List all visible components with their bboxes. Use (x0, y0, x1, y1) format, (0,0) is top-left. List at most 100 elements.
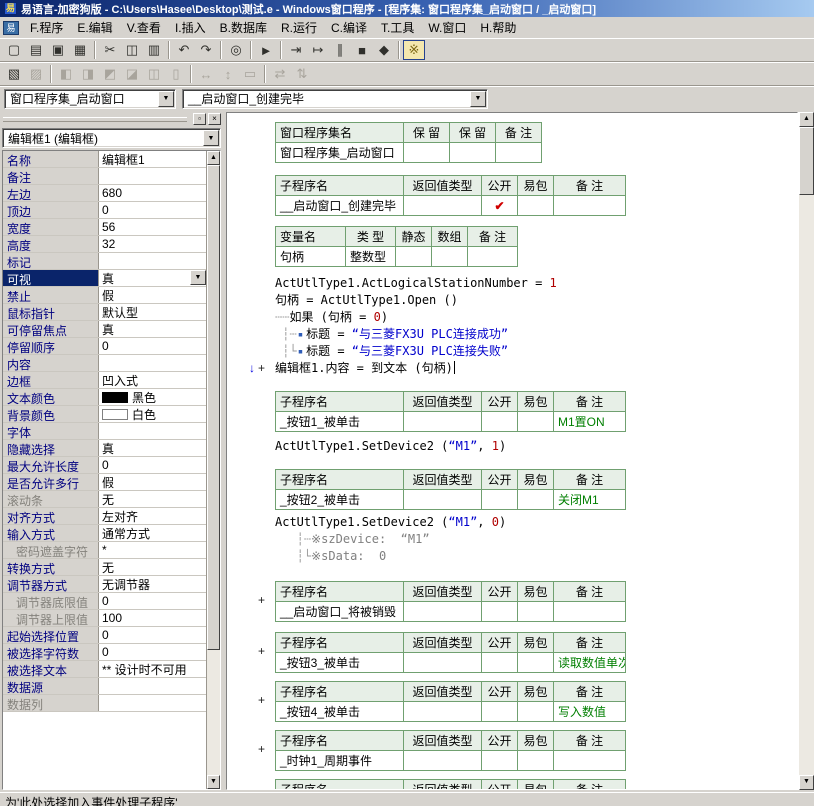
property-row[interactable]: 数据源 (3, 678, 206, 695)
save-all-icon[interactable]: ▦ (69, 40, 91, 60)
property-row[interactable]: 最大允许长度0 (3, 457, 206, 474)
component-selector-combo[interactable]: 编辑框1 (编辑框) ▼ (2, 128, 221, 148)
code-table-cell[interactable]: __启动窗口_创建完毕 (276, 196, 404, 216)
dropdown-arrow-icon[interactable]: ▼ (158, 91, 174, 107)
property-row[interactable]: 滚动条无 (3, 491, 206, 508)
align-right-icon[interactable]: ◨ (77, 64, 99, 84)
scrollbar-thumb[interactable] (799, 127, 814, 195)
property-row[interactable]: 顶边0 (3, 202, 206, 219)
debug-step-over-icon[interactable]: ↦ (307, 40, 329, 60)
code-table-cell[interactable] (482, 751, 518, 771)
property-row[interactable]: 边框凹入式 (3, 372, 206, 389)
code-line[interactable]: ┆└▪标题 = “与三菱FX3U PLC连接失败” (275, 343, 508, 360)
space-vertical-icon[interactable]: ⇅ (291, 64, 313, 84)
run-icon[interactable]: ► (255, 40, 277, 60)
copy-icon[interactable]: ◫ (121, 40, 143, 60)
code-line[interactable]: 编辑框1.内容 = 到文本 (句柄) (275, 360, 455, 377)
property-row[interactable]: 转换方式无 (3, 559, 206, 576)
menu-item-9[interactable]: W.窗口 (421, 17, 473, 38)
menu-item-10[interactable]: H.帮助 (473, 17, 523, 38)
align-left-icon[interactable]: ◧ (55, 64, 77, 84)
property-row[interactable]: 起始选择位置0 (3, 627, 206, 644)
code-table-cell[interactable] (482, 653, 518, 673)
property-row[interactable]: 左边680 (3, 185, 206, 202)
code-table-cell[interactable] (404, 602, 482, 622)
code-table-cell[interactable] (404, 412, 482, 432)
code-line[interactable]: ┆└※sData: 0 (275, 548, 386, 565)
property-row[interactable]: 被选择文本** 设计时不可用 (3, 661, 206, 678)
dropdown-arrow-icon[interactable]: ▼ (190, 270, 206, 285)
code-line[interactable]: ActUtlType1.ActLogicalStationNumber = 1 (275, 275, 557, 292)
code-table-cell[interactable]: __启动窗口_将被销毁 (276, 602, 404, 622)
property-row[interactable]: 密码遮盖字符* (3, 542, 206, 559)
code-line[interactable]: ActUtlType1.SetDevice2 (“M1”, 0) (275, 514, 506, 531)
code-line[interactable]: ┄┄如果 (句柄 = 0) (275, 309, 388, 326)
document-icon[interactable]: 易 (3, 21, 19, 35)
code-table-cell[interactable]: ✔ (482, 196, 518, 216)
property-row[interactable]: 可停留焦点真 (3, 321, 206, 338)
code-line[interactable]: ActUtlType1.SetDevice2 (“M1”, 1) (275, 438, 506, 455)
property-row[interactable]: 停留顺序0 (3, 338, 206, 355)
code-table-cell[interactable] (404, 143, 450, 163)
code-table-cell[interactable] (404, 653, 482, 673)
code-table-cell[interactable] (404, 490, 482, 510)
panel-grip[interactable] (3, 117, 187, 122)
code-table-cell[interactable] (518, 412, 554, 432)
property-row[interactable]: 调节器底限值0 (3, 593, 206, 610)
code-table-cell[interactable] (554, 602, 626, 622)
property-row[interactable]: 内容 (3, 355, 206, 372)
code-table-cell[interactable] (518, 196, 554, 216)
code-table-cell[interactable]: _按钮2_被单击 (276, 490, 404, 510)
code-table-cell[interactable] (396, 247, 432, 267)
debug-pause-icon[interactable]: ∥ (329, 40, 351, 60)
code-table-cell[interactable] (518, 702, 554, 722)
hand-tool-icon[interactable]: ◆ (373, 40, 395, 60)
property-row[interactable]: 背景颜色白色 (3, 406, 206, 423)
code-line[interactable]: ┆┄▪标题 = “与三菱FX3U PLC连接成功” (275, 326, 508, 343)
insert-marker-icon[interactable]: ↓ (249, 361, 255, 375)
code-table-cell[interactable] (482, 602, 518, 622)
scrollbar-thumb[interactable] (207, 165, 220, 650)
find-icon[interactable]: ◎ (225, 40, 247, 60)
expand-toggle-icon[interactable]: + (258, 593, 265, 607)
expand-toggle-icon[interactable]: + (258, 644, 265, 658)
code-table-cell[interactable]: _按钮1_被单击 (276, 412, 404, 432)
property-row[interactable]: 字体 (3, 423, 206, 440)
code-table-cell[interactable]: _时钟1_周期事件 (276, 751, 404, 771)
code-table-cell[interactable] (496, 143, 542, 163)
code-table-cell[interactable] (554, 751, 626, 771)
menu-item-2[interactable]: E.编辑 (70, 17, 119, 38)
code-table-cell[interactable] (482, 702, 518, 722)
menu-item-1[interactable]: F.程序 (23, 17, 70, 38)
code-table-cell[interactable]: 读取数值单次读取 (554, 653, 626, 673)
code-table-cell[interactable]: 写入数值 (554, 702, 626, 722)
cut-icon[interactable]: ✂ (99, 40, 121, 60)
property-row[interactable]: 是否允许多行假 (3, 474, 206, 491)
expand-toggle-icon[interactable]: + (258, 693, 265, 707)
scroll-up-icon[interactable]: ▲ (207, 151, 220, 165)
align-bottom-icon[interactable]: ◪ (121, 64, 143, 84)
property-row[interactable]: 高度32 (3, 236, 206, 253)
property-row[interactable]: 禁止假 (3, 287, 206, 304)
code-table-cell[interactable] (404, 196, 482, 216)
code-line[interactable]: ┆┄※szDevice: “M1” (275, 531, 430, 548)
code-table-cell[interactable]: 窗口程序集_启动窗口 (276, 143, 404, 163)
property-row[interactable]: 对齐方式左对齐 (3, 508, 206, 525)
code-table-cell[interactable] (518, 751, 554, 771)
compile-icon[interactable]: ※ (403, 40, 425, 60)
code-table-cell[interactable] (518, 653, 554, 673)
same-height-icon[interactable]: ↕ (217, 64, 239, 84)
same-size-icon[interactable]: ▭ (239, 64, 261, 84)
code-table-cell[interactable]: 句柄 (276, 247, 346, 267)
code-table-cell[interactable] (404, 702, 482, 722)
save-icon[interactable]: ▣ (47, 40, 69, 60)
align-top-icon[interactable]: ◩ (99, 64, 121, 84)
menu-item-4[interactable]: I.插入 (168, 17, 213, 38)
code-table-cell[interactable]: M1置ON (554, 412, 626, 432)
redo-icon[interactable]: ↷ (195, 40, 217, 60)
space-horizontal-icon[interactable]: ⇄ (269, 64, 291, 84)
dropdown-arrow-icon[interactable]: ▼ (470, 91, 486, 107)
same-width-icon[interactable]: ↔ (195, 64, 217, 84)
code-table-cell[interactable] (482, 412, 518, 432)
code-table-cell[interactable]: _按钮3_被单击 (276, 653, 404, 673)
